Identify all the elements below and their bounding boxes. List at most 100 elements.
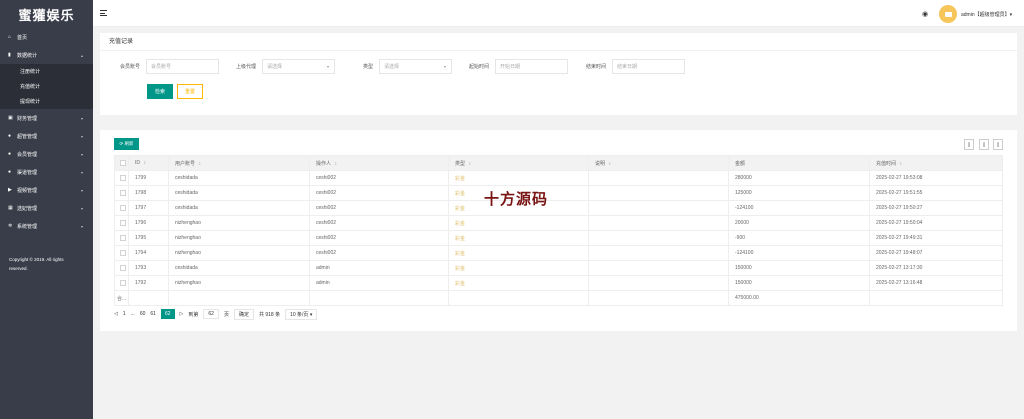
end-date-field: 结束时间 结束日期 (586, 59, 686, 74)
cell-user: nizhenghao (168, 275, 310, 291)
goto-confirm-button[interactable]: 确定 (233, 308, 254, 320)
table-row: 1795 nizhenghao ceshi002 彩金 -900 2025-02-27 1… (114, 230, 1003, 246)
cell-desc (588, 200, 729, 216)
avatar[interactable] (939, 5, 957, 23)
page-link[interactable]: 60 (140, 311, 146, 317)
menu-toggle-icon[interactable] (100, 10, 107, 18)
col-amount: 金额 (728, 155, 870, 171)
member-field: 会员账号 会员账号 (120, 59, 220, 74)
cell-time: 2025-02-27 13:16:48 (869, 275, 1003, 291)
reset-button[interactable]: 重置 (177, 84, 203, 99)
refresh-button[interactable]: ⟳ 刷新 (114, 138, 139, 150)
cell-operator: ceshi002 (309, 245, 449, 261)
cell-desc (588, 185, 729, 201)
export-icon[interactable]: ▯ (979, 139, 989, 150)
cell-operator: ceshi002 (309, 170, 449, 186)
search-button[interactable]: 检索 (147, 84, 173, 99)
cell-operator: ceshi002 (309, 230, 449, 246)
gear-icon: ✲ (8, 222, 13, 229)
agent-select[interactable]: 请选择 ▾ (262, 59, 336, 74)
col-user[interactable]: 用户账号 ⇕ (168, 155, 310, 171)
chevron-down-icon: ▾ (80, 170, 83, 175)
cell-amount: 150000 (728, 275, 870, 291)
col-id[interactable]: ID ⇕ (128, 155, 169, 171)
nav-super-admin[interactable]: ● 超管管理 ▾ (0, 127, 93, 145)
member-input[interactable]: 会员账号 (146, 59, 220, 74)
watermark: 十方源码 (484, 190, 549, 208)
nav-selection[interactable]: ▦ 选妃管理 ▾ (0, 199, 93, 217)
row-checkbox[interactable] (114, 170, 129, 186)
type-field: 类型 请选择 ▾ (363, 59, 453, 74)
row-checkbox[interactable] (114, 185, 129, 201)
cell-user: nizhenghao (168, 215, 310, 231)
total-empty-cell (588, 290, 729, 306)
nav-withdraw-stats[interactable]: 提现统计 (0, 94, 93, 109)
table-row: 1798 ceshidada ceshi002 彩金 125000 2025-02-27 … (114, 185, 1003, 201)
col-time[interactable]: 充值时间 ⇕ (869, 155, 1003, 171)
nav-channels[interactable]: ● 渠道管理 ▾ (0, 163, 93, 181)
select-all-checkbox[interactable] (114, 155, 129, 171)
chevron-down-icon: ▾ (80, 134, 83, 139)
chevron-down-icon: ▾ (80, 116, 83, 121)
row-checkbox[interactable] (114, 200, 129, 216)
col-desc[interactable]: 说明 ⇕ (588, 155, 729, 171)
prev-page-icon[interactable]: ◁ (114, 311, 118, 317)
nav-statistics[interactable]: ▮ 数据统计 ▴ (0, 46, 93, 64)
row-checkbox[interactable] (114, 215, 129, 231)
cell-amount: 20000 (728, 215, 870, 231)
cell-time: 2025-02-27 19:53:08 (869, 170, 1003, 186)
print-icon[interactable]: ▯ (993, 139, 1003, 150)
start-date-input[interactable]: 开始日期 (495, 59, 569, 74)
current-page[interactable]: 62 (160, 309, 175, 319)
filter-panel: 充值记录 会员账号 会员账号 上级代理 请选择 ▾ 类型 请选择 ▾ 起始时间 … (100, 33, 1017, 115)
cell-user: ceshidada (168, 170, 310, 186)
per-page-select[interactable]: 10 条/页 ▾ (285, 308, 318, 320)
cell-id: 1794 (128, 245, 169, 261)
next-page-icon[interactable]: ▷ (180, 311, 184, 317)
cell-id: 1793 (128, 260, 169, 276)
admin-menu[interactable]: admin【超级管理员】▾ (961, 11, 1012, 18)
col-operator[interactable]: 操作人 ⇕ (309, 155, 449, 171)
user-icon: ● (8, 132, 12, 139)
end-date-input[interactable]: 结束日期 (612, 59, 686, 74)
nav-videos[interactable]: ▶ 视频管理 ▾ (0, 181, 93, 199)
start-date-field: 起始时间 开始日期 (469, 59, 569, 74)
chevron-down-icon: ▾ (80, 224, 83, 229)
nav-system[interactable]: ✲ 系统管理 ▾ (0, 217, 93, 235)
page-link[interactable]: 1 (123, 311, 126, 317)
page-link[interactable]: 61 (150, 311, 156, 317)
goto-page-input[interactable]: 62 (203, 309, 219, 319)
nav-recharge-stats[interactable]: 充值统计 (0, 79, 93, 94)
palette-icon[interactable]: ◉ (922, 10, 928, 18)
total-empty-cell (869, 290, 1003, 306)
table-row: 1793 ceshidada admin 彩金 150000 2025-02-27 13:… (114, 260, 1003, 276)
nav-finance[interactable]: ▣ 财务管理 ▾ (0, 109, 93, 127)
row-checkbox[interactable] (114, 230, 129, 246)
row-checkbox[interactable] (114, 245, 129, 261)
refresh-icon: ⟳ (119, 141, 124, 146)
nav-home[interactable]: ⌂ 首页 (0, 28, 93, 46)
top-header: ◉ admin【超级管理员】▾ (93, 0, 1024, 27)
cell-user: nizhenghao (168, 245, 310, 261)
agent-field: 上级代理 请选择 ▾ (236, 59, 336, 74)
total-amount: 475000.00 (728, 290, 870, 306)
total-count: 共 918 条 (258, 311, 281, 318)
col-type[interactable]: 类型 ⇕ (448, 155, 589, 171)
type-select[interactable]: 请选择 ▾ (379, 59, 453, 74)
row-checkbox[interactable] (114, 275, 129, 291)
goto-label: 到第 (188, 311, 199, 318)
cell-id: 1798 (128, 185, 169, 201)
total-empty-cell (168, 290, 310, 306)
cell-id: 1795 (128, 230, 169, 246)
users-icon: ● (8, 150, 12, 157)
wallet-icon: ▣ (8, 114, 13, 121)
pagination: ◁ 1 ... 60 61 62 ▷ 到第 62 页 确定 共 918 条 10… (114, 308, 322, 320)
total-label: 合... (114, 290, 129, 306)
table-panel: ⟳ 刷新 ▯ ▯ ▯ ID ⇕ 用户账号 ⇕ 操作人 ⇕ 类型 ⇕ 说明 ⇕ 金额 充值时… (100, 130, 1017, 331)
nav-members[interactable]: ● 会员管理 ▾ (0, 145, 93, 163)
cell-user: ceshidada (168, 200, 310, 216)
row-checkbox[interactable] (114, 260, 129, 276)
video-icon: ▶ (8, 186, 12, 193)
nav-register-stats[interactable]: 注册统计 (0, 64, 93, 79)
columns-filter-icon[interactable]: ▯ (964, 139, 974, 150)
